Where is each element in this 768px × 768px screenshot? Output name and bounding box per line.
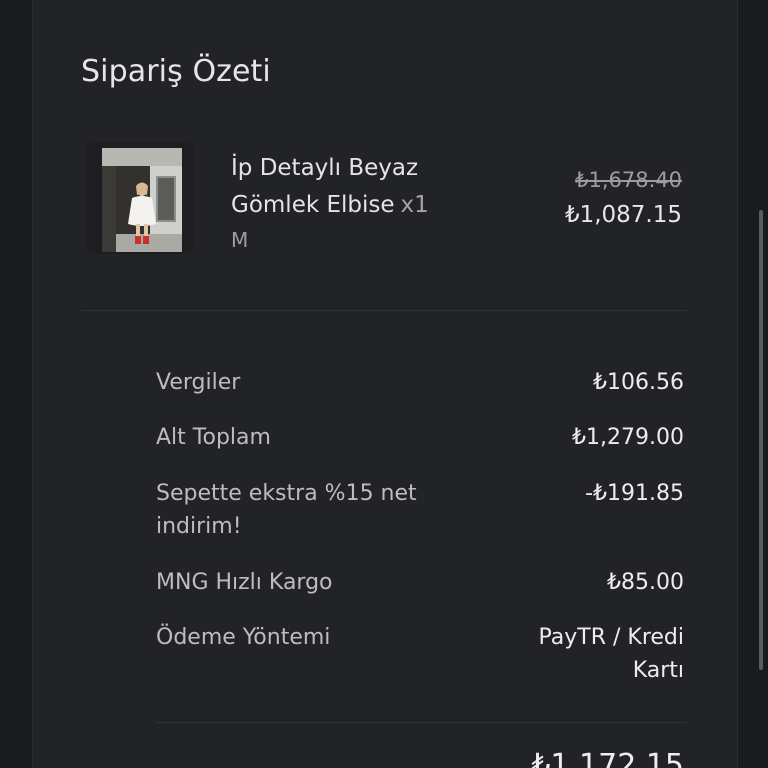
subtotal-value: ₺1,279.00 xyxy=(572,425,684,450)
sale-price: ₺1,087.15 xyxy=(564,202,682,228)
payment-method-label: Ödeme Yöntemi xyxy=(156,625,331,650)
product-quantity: x1 xyxy=(400,192,429,218)
taxes-value: ₺106.56 xyxy=(593,370,684,395)
product-name-text: İp Detaylı Beyaz Gömlek Elbise xyxy=(231,155,419,218)
payment-method-value: PayTR / Kredi Kartı xyxy=(538,625,684,683)
shipping-label: MNG Hızlı Kargo xyxy=(156,570,333,595)
shipping-value: ₺85.00 xyxy=(607,570,684,595)
taxes-label: Vergiler xyxy=(156,370,241,395)
discount-label: Sepette ekstra %15 net indirim! xyxy=(156,481,417,539)
divider xyxy=(81,310,687,311)
subtotal-label: Alt Toplam xyxy=(156,425,271,450)
order-total-value: ₺1,172.15 xyxy=(531,748,684,768)
product-thumbnail[interactable] xyxy=(86,142,194,254)
original-price: ₺1,678.40 xyxy=(575,168,682,192)
checkout-page: Sipariş Özeti İp Detaylı Beyaz Gömlek El… xyxy=(0,0,768,768)
scrollbar[interactable] xyxy=(759,210,763,670)
discount-value: -₺191.85 xyxy=(585,481,684,506)
product-photo-icon xyxy=(86,142,194,254)
order-summary-title: Sipariş Özeti xyxy=(81,54,271,89)
product-variant: M xyxy=(231,228,249,252)
divider xyxy=(156,722,687,723)
product-name[interactable]: İp Detaylı Beyaz Gömlek Elbise x1 xyxy=(231,150,471,224)
